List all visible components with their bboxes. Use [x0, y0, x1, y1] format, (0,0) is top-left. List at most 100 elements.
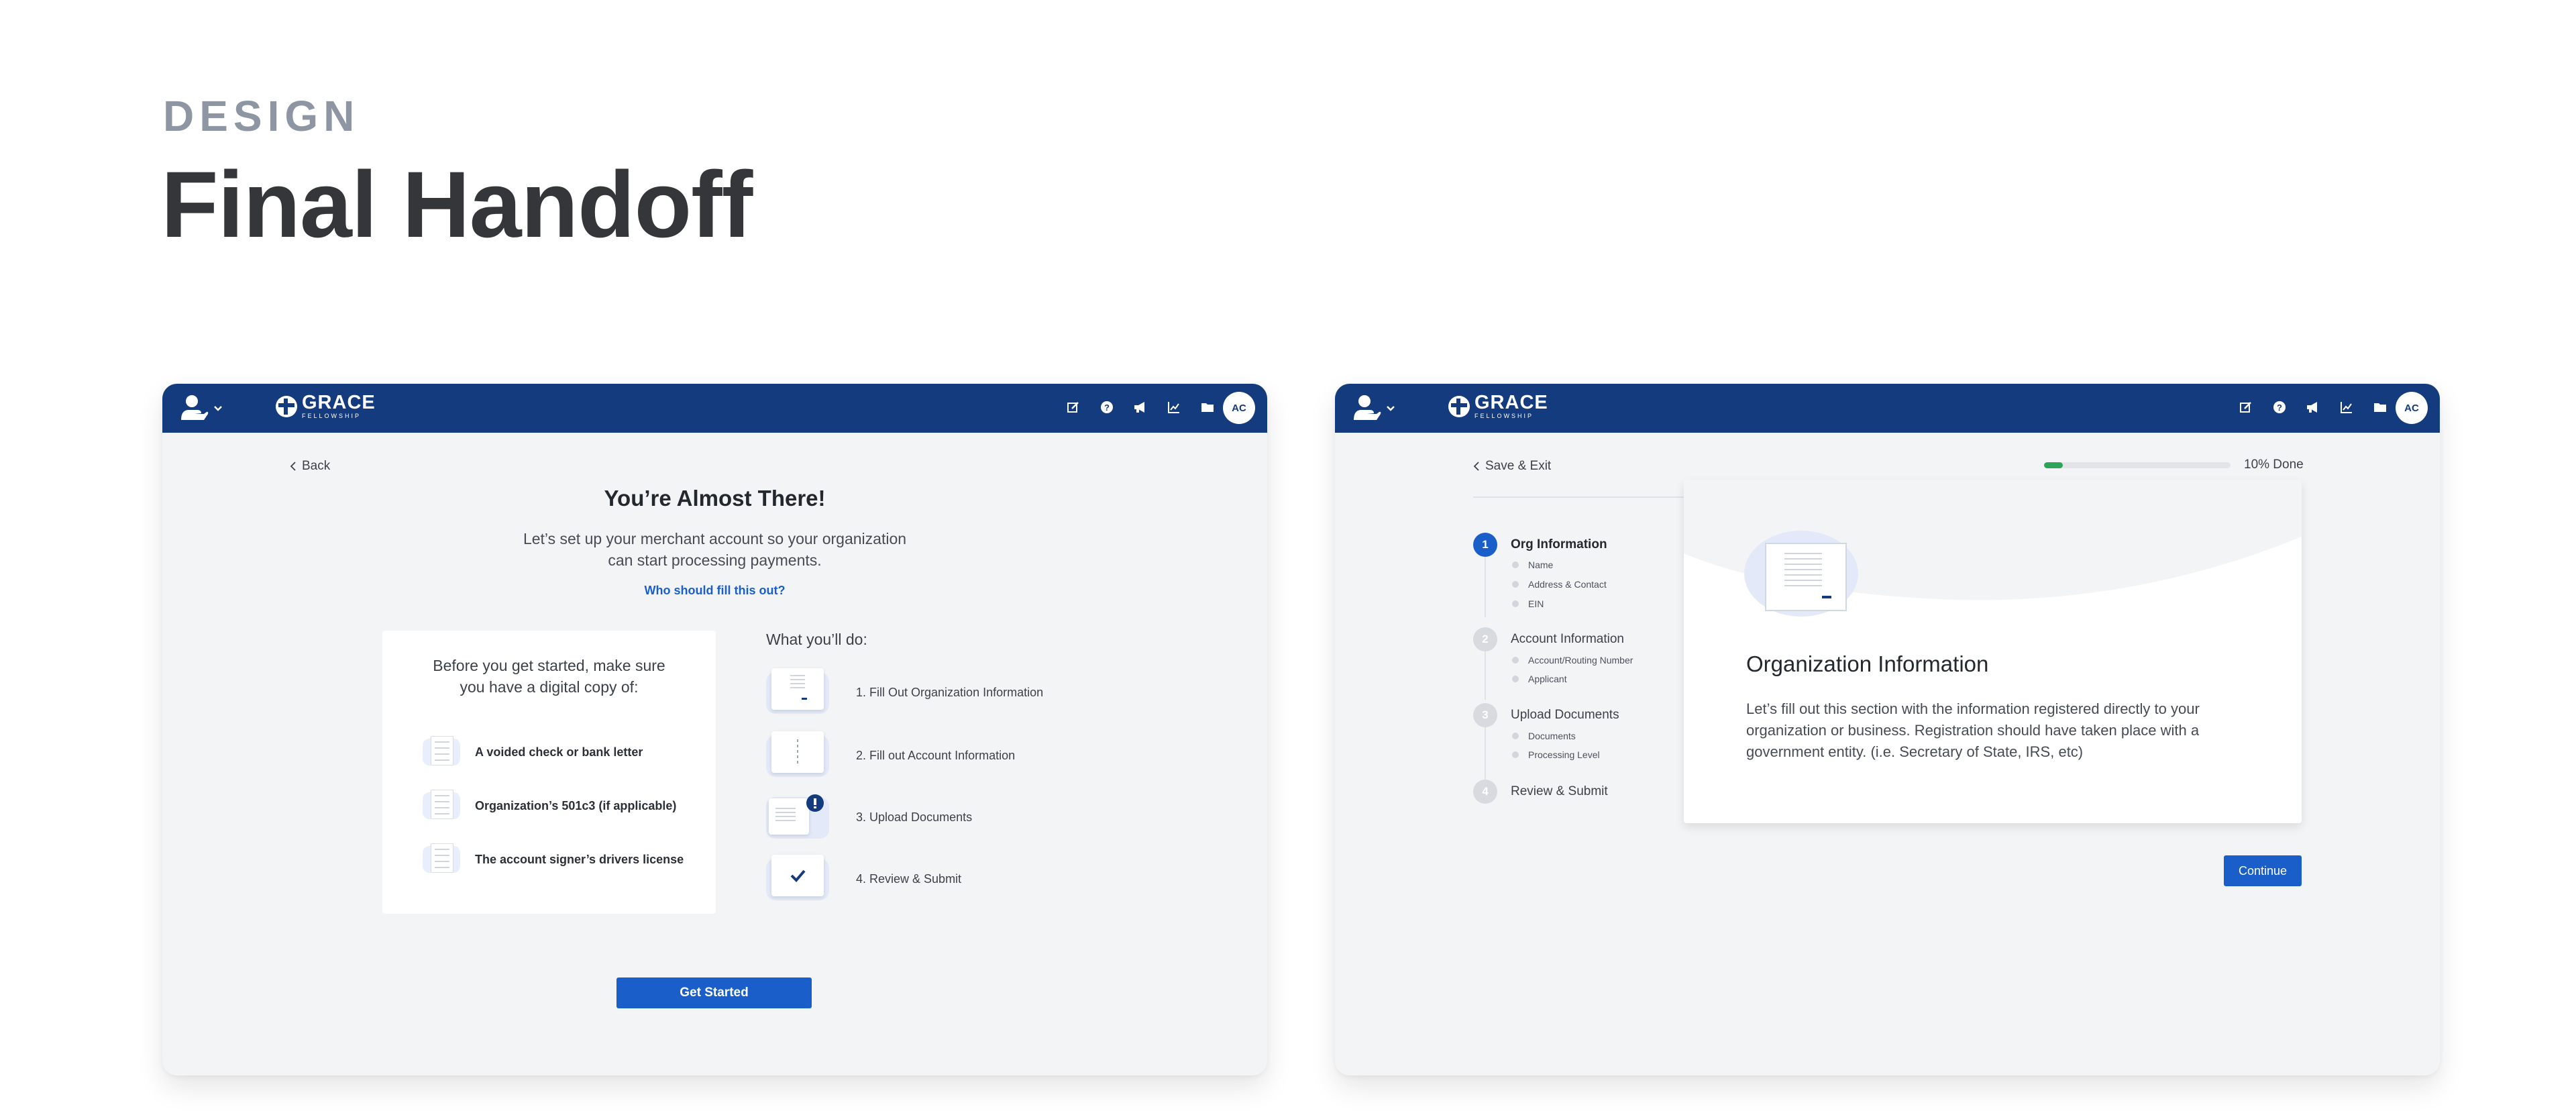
- chart-icon[interactable]: [1165, 399, 1183, 416]
- requirement-label: The account signer’s drivers license: [475, 852, 684, 866]
- requirement-item: Organization’s 501c3 (if applicable): [423, 790, 676, 822]
- get-started-button[interactable]: Get Started: [616, 977, 812, 1008]
- step-number: 3: [1473, 703, 1497, 727]
- form-icon: [766, 668, 829, 717]
- document-icon: [423, 736, 460, 768]
- requirements-card: Before you get started, make sure you ha…: [382, 631, 716, 914]
- logo-mark-icon: [276, 395, 297, 417]
- grace-logo[interactable]: GRACE FELLOWSHIP: [1448, 393, 1548, 419]
- nav-substep[interactable]: Account/Routing Number: [1512, 655, 1633, 666]
- back-link[interactable]: Back: [290, 459, 330, 474]
- step-number: 1: [1473, 533, 1497, 557]
- donor-hand-icon: [181, 395, 222, 420]
- help-icon[interactable]: ?: [1098, 399, 1116, 416]
- save-exit-link[interactable]: Save & Exit: [1473, 459, 1551, 474]
- top-navbar: GRACE FELLOWSHIP ? AC: [162, 384, 1267, 433]
- megaphone-icon[interactable]: [1132, 399, 1149, 416]
- screen-org-information: GRACE FELLOWSHIP ? AC Save & Exit 10% Do…: [1335, 384, 2440, 1075]
- requirements-intro-line-1: Before you get started, make sure: [433, 657, 665, 674]
- help-icon[interactable]: ?: [2271, 399, 2288, 416]
- requirement-label: A voided check or bank letter: [475, 745, 643, 759]
- top-navbar: GRACE FELLOWSHIP ? AC: [1335, 384, 2440, 433]
- step-connector: [1485, 651, 1486, 700]
- chart-icon[interactable]: [2338, 399, 2355, 416]
- progress-bar: [2044, 462, 2231, 468]
- nav-substep[interactable]: Documents: [1512, 731, 1576, 741]
- nav-step-review-submit[interactable]: 4 Review & Submit: [1473, 780, 1608, 804]
- requirement-item: The account signer’s drivers license: [423, 843, 684, 876]
- step-connector: [1485, 557, 1486, 617]
- document-icon: [423, 843, 460, 876]
- subtitle-line-1: Let’s set up your merchant account so yo…: [523, 530, 907, 547]
- toolbar-icons: ?: [2237, 399, 2389, 416]
- upload-documents-icon: [766, 793, 829, 841]
- requirement-item: A voided check or bank letter: [423, 736, 643, 768]
- megaphone-icon[interactable]: [2304, 399, 2322, 416]
- logo-tagline: FELLOWSHIP: [302, 413, 362, 419]
- progress-label: 10% Done: [2244, 458, 2304, 472]
- subtitle-line-2: can start processing payments.: [608, 551, 822, 569]
- todo-heading: What you’ll do:: [766, 631, 867, 648]
- nav-substep[interactable]: Name: [1512, 560, 1553, 570]
- step-number: 2: [1473, 627, 1497, 651]
- back-label: Back: [302, 459, 331, 473]
- logo-wordmark: GRACE: [1474, 392, 1548, 413]
- page-headline: Final Handoff: [161, 152, 753, 257]
- chevron-left-icon: [290, 462, 296, 471]
- step-label: Account Information: [1511, 632, 1624, 646]
- chevron-left-icon: [1473, 462, 1479, 471]
- logo-tagline: FELLOWSHIP: [1474, 413, 1534, 419]
- page-subtitle: Let’s set up your merchant account so yo…: [162, 528, 1267, 571]
- donor-hand-icon: [1354, 395, 1395, 420]
- review-check-icon: [766, 855, 829, 903]
- user-menu-button[interactable]: [1350, 393, 1397, 423]
- nav-step-account-information[interactable]: 2 Account Information: [1473, 627, 1624, 651]
- nav-substep[interactable]: Address & Contact: [1512, 579, 1607, 590]
- todo-step: 1. Fill Out Organization Information: [766, 668, 1043, 717]
- requirements-intro-line-2: you have a digital copy of:: [460, 678, 639, 696]
- folder-icon[interactable]: [2371, 399, 2389, 416]
- toolbar-icons: ?: [1065, 399, 1216, 416]
- todo-step-label: 3. Upload Documents: [856, 810, 973, 824]
- step-label: Upload Documents: [1511, 708, 1619, 722]
- card-description: Let’s fill out this section with the inf…: [1746, 700, 2200, 760]
- user-menu-button[interactable]: [177, 393, 224, 423]
- who-should-fill-link[interactable]: Who should fill this out?: [162, 584, 1267, 598]
- nav-substep[interactable]: Processing Level: [1512, 749, 1600, 760]
- todo-step: 4. Review & Submit: [766, 855, 961, 903]
- logo-wordmark: GRACE: [302, 392, 376, 413]
- todo-step: 3. Upload Documents: [766, 793, 972, 841]
- todo-step-label: 1. Fill Out Organization Information: [856, 685, 1044, 699]
- step-label: Review & Submit: [1511, 784, 1608, 798]
- requirements-intro: Before you get started, make sure you ha…: [382, 655, 716, 698]
- folder-icon[interactable]: [1199, 399, 1216, 416]
- card-title: Organization Information: [1746, 651, 1989, 676]
- avatar[interactable]: AC: [2396, 392, 2428, 424]
- nav-step-upload-documents[interactable]: 3 Upload Documents: [1473, 703, 1619, 727]
- requirement-label: Organization’s 501c3 (if applicable): [475, 798, 677, 812]
- nav-substep[interactable]: EIN: [1512, 598, 1544, 609]
- avatar[interactable]: AC: [1223, 392, 1255, 424]
- grace-logo[interactable]: GRACE FELLOWSHIP: [275, 393, 376, 419]
- step-label: Org Information: [1511, 537, 1607, 551]
- org-information-card: Organization Information Let’s fill out …: [1684, 480, 2302, 823]
- nav-step-org-information[interactable]: 1 Org Information: [1473, 533, 1607, 557]
- edit-icon[interactable]: [2237, 399, 2255, 416]
- svg-text:?: ?: [1104, 403, 1110, 413]
- svg-text:?: ?: [2277, 403, 2282, 413]
- eyebrow-label: DESIGN: [163, 92, 360, 140]
- handoff-page: DESIGN Final Handoff GRACE FELLOWSHIP ? …: [0, 0, 2576, 1111]
- edit-icon[interactable]: [1065, 399, 1082, 416]
- logo-mark-icon: [1448, 395, 1470, 417]
- page-title: You’re Almost There!: [604, 486, 826, 511]
- continue-button[interactable]: Continue: [2224, 855, 2302, 886]
- screen-getting-started: GRACE FELLOWSHIP ? AC Back You’re Almost…: [162, 384, 1267, 1075]
- account-form-icon: [766, 731, 829, 780]
- step-number: 4: [1473, 780, 1497, 804]
- progress-fill: [2044, 462, 2063, 468]
- todo-step: 2. Fill out Account Information: [766, 731, 1015, 780]
- step-connector: [1485, 727, 1486, 780]
- todo-step-label: 2. Fill out Account Information: [856, 748, 1016, 762]
- nav-substep[interactable]: Applicant: [1512, 674, 1567, 684]
- document-illustration-icon: [1744, 531, 1858, 617]
